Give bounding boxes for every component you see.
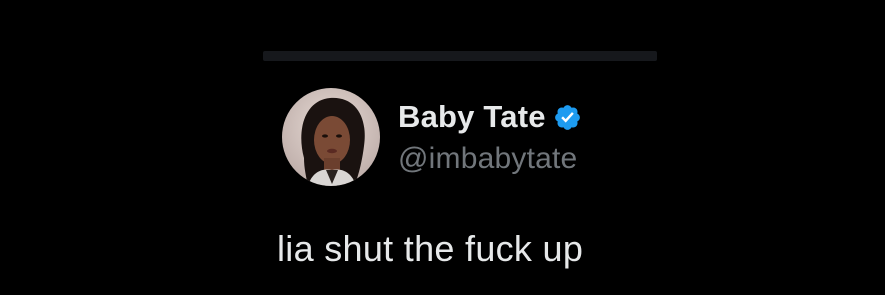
tweet-author: Baby Tate @imbabytate bbox=[282, 88, 582, 186]
avatar-photo-icon bbox=[282, 88, 380, 186]
verified-badge-icon bbox=[553, 103, 582, 132]
display-name-row: Baby Tate bbox=[398, 97, 582, 137]
display-name[interactable]: Baby Tate bbox=[398, 99, 546, 135]
top-divider bbox=[263, 51, 657, 61]
tweet-text: lia shut the fuck up bbox=[277, 228, 584, 269]
author-handle[interactable]: @imbabytate bbox=[398, 142, 582, 176]
author-names: Baby Tate @imbabytate bbox=[398, 97, 582, 176]
avatar[interactable] bbox=[282, 88, 380, 186]
